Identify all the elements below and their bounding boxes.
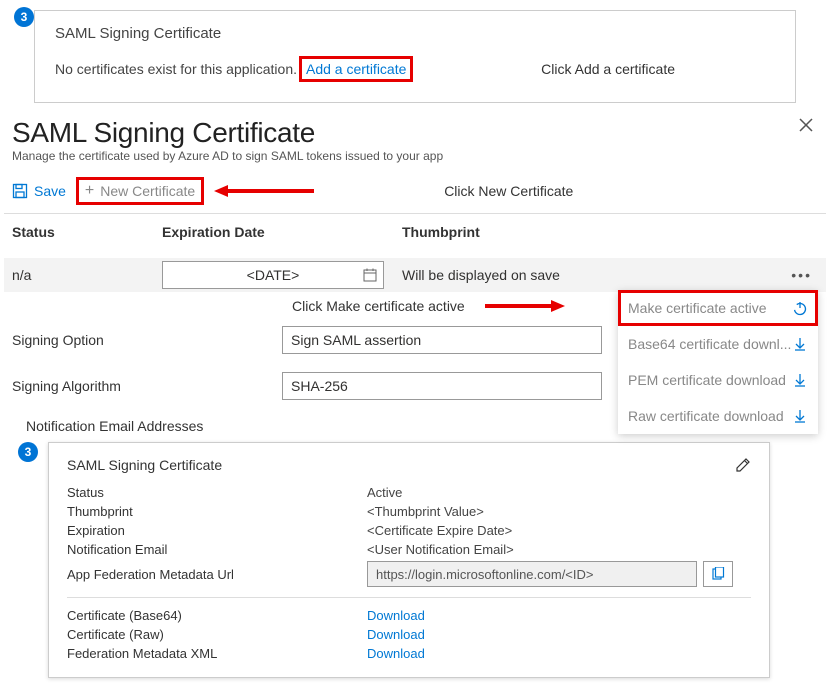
v-expiration: <Certificate Expire Date> [367,523,512,538]
panel-title: SAML Signing Certificate [55,25,775,42]
plus-icon: + [85,183,94,199]
menu-base64-label: Base64 certificate downl... [628,336,791,352]
power-icon [792,300,808,316]
expiration-date-input[interactable]: <DATE> [162,261,384,289]
signing-option-select[interactable]: Sign SAML assertion [282,326,602,354]
download-icon [792,336,808,352]
page-title: SAML Signing Certificate [12,117,315,149]
k-metadata-url: App Federation Metadata Url [67,567,367,582]
add-certificate-link[interactable]: Add a certificate [299,56,413,82]
table-header: Status Expiration Date Thumbprint [4,214,826,258]
date-value: <DATE> [247,267,300,283]
k-fed-xml: Federation Metadata XML [67,646,367,661]
more-menu-button[interactable]: ••• [791,267,818,283]
signing-option-value: Sign SAML assertion [291,332,421,348]
menu-pem-label: PEM certificate download [628,372,786,388]
copy-button[interactable] [703,561,733,587]
save-icon [12,183,28,199]
menu-raw-download[interactable]: Raw certificate download [618,398,818,434]
arrow-right-icon [485,300,565,312]
v-email: <User Notification Email> [367,542,514,557]
new-certificate-button[interactable]: + New Certificate [76,177,204,205]
menu-pem-download[interactable]: PEM certificate download [618,362,818,398]
k-expiration: Expiration [67,523,367,538]
step-badge: 3 [14,7,34,27]
metadata-url-value: https://login.microsoftonline.com/<ID> [376,567,594,582]
edit-button[interactable] [735,457,751,473]
instruction-add-cert: Click Add a certificate [541,61,675,77]
download-base64-link[interactable]: Download [367,608,425,623]
metadata-url-field[interactable]: https://login.microsoftonline.com/<ID> [367,561,697,587]
calendar-icon [363,268,377,282]
v-thumbprint: <Thumbprint Value> [367,504,484,519]
download-raw-link[interactable]: Download [367,627,425,642]
th-thumbprint: Thumbprint [402,224,818,240]
k-status: Status [67,485,367,500]
menu-make-active-label: Make certificate active [628,300,767,316]
save-label: Save [34,183,66,199]
download-xml-link[interactable]: Download [367,646,425,661]
signing-algorithm-value: SHA-256 [291,378,348,394]
k-email: Notification Email [67,542,367,557]
signing-algorithm-select[interactable]: SHA-256 [282,372,602,400]
cert-summary-card: SAML Signing Certificate StatusActive Th… [48,442,770,678]
cell-status: n/a [12,267,162,283]
new-certificate-label: New Certificate [100,183,195,199]
signing-algorithm-label: Signing Algorithm [12,378,282,394]
menu-raw-label: Raw certificate download [628,408,784,424]
instruction-make-active: Click Make certificate active [292,298,465,314]
th-status: Status [12,224,162,240]
context-menu: Make certificate active Base64 certifica… [618,290,818,434]
page-subtitle: Manage the certificate used by Azure AD … [4,149,826,169]
k-cert-raw: Certificate (Raw) [67,627,367,642]
divider [67,597,751,598]
cell-thumbprint: Will be displayed on save [402,267,791,283]
close-button[interactable] [798,117,814,133]
card-title: SAML Signing Certificate [67,457,222,473]
download-icon [792,408,808,424]
panel-add-certificate: 3 SAML Signing Certificate No certificat… [34,10,796,103]
arrow-left-icon [214,185,314,197]
menu-make-active[interactable]: Make certificate active [618,290,818,326]
signing-option-label: Signing Option [12,332,282,348]
menu-base64-download[interactable]: Base64 certificate downl... [618,326,818,362]
step-badge: 3 [18,442,38,462]
instruction-new-cert: Click New Certificate [444,183,573,199]
k-cert-base64: Certificate (Base64) [67,608,367,623]
download-icon [792,372,808,388]
k-thumbprint: Thumbprint [67,504,367,519]
copy-icon [711,567,725,581]
th-expiration: Expiration Date [162,224,402,240]
toolbar: Save + New Certificate Click New Certifi… [4,169,826,214]
save-button[interactable]: Save [12,183,66,199]
table-row: n/a <DATE> Will be displayed on save ••• [4,258,826,292]
no-cert-msg: No certificates exist for this applicati… [55,61,297,77]
v-status: Active [367,485,402,500]
